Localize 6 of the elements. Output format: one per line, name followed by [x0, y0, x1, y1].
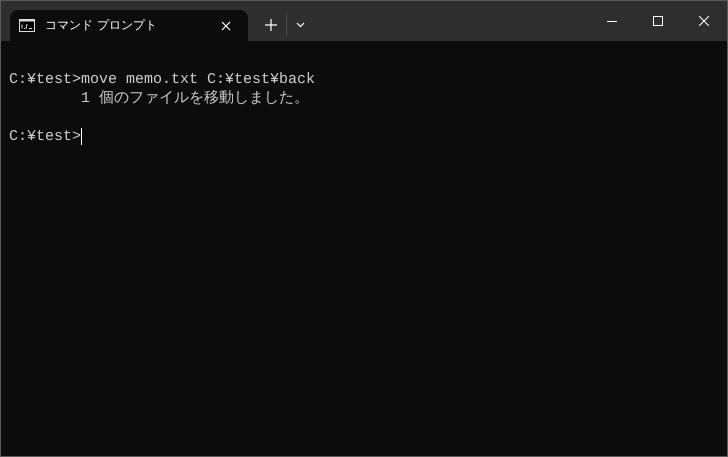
terminal-line: C:¥test>move memo.txt C:¥test¥back [9, 70, 316, 89]
terminal-line: 1 個のファイルを移動しました。 [80, 89, 310, 108]
tab-title: コマンド プロンプト [45, 17, 158, 34]
terminal-line: C:¥test> [9, 127, 82, 146]
terminal-tab[interactable]: コマンド プロンプト [10, 10, 248, 41]
command-prompt-icon [19, 19, 35, 32]
